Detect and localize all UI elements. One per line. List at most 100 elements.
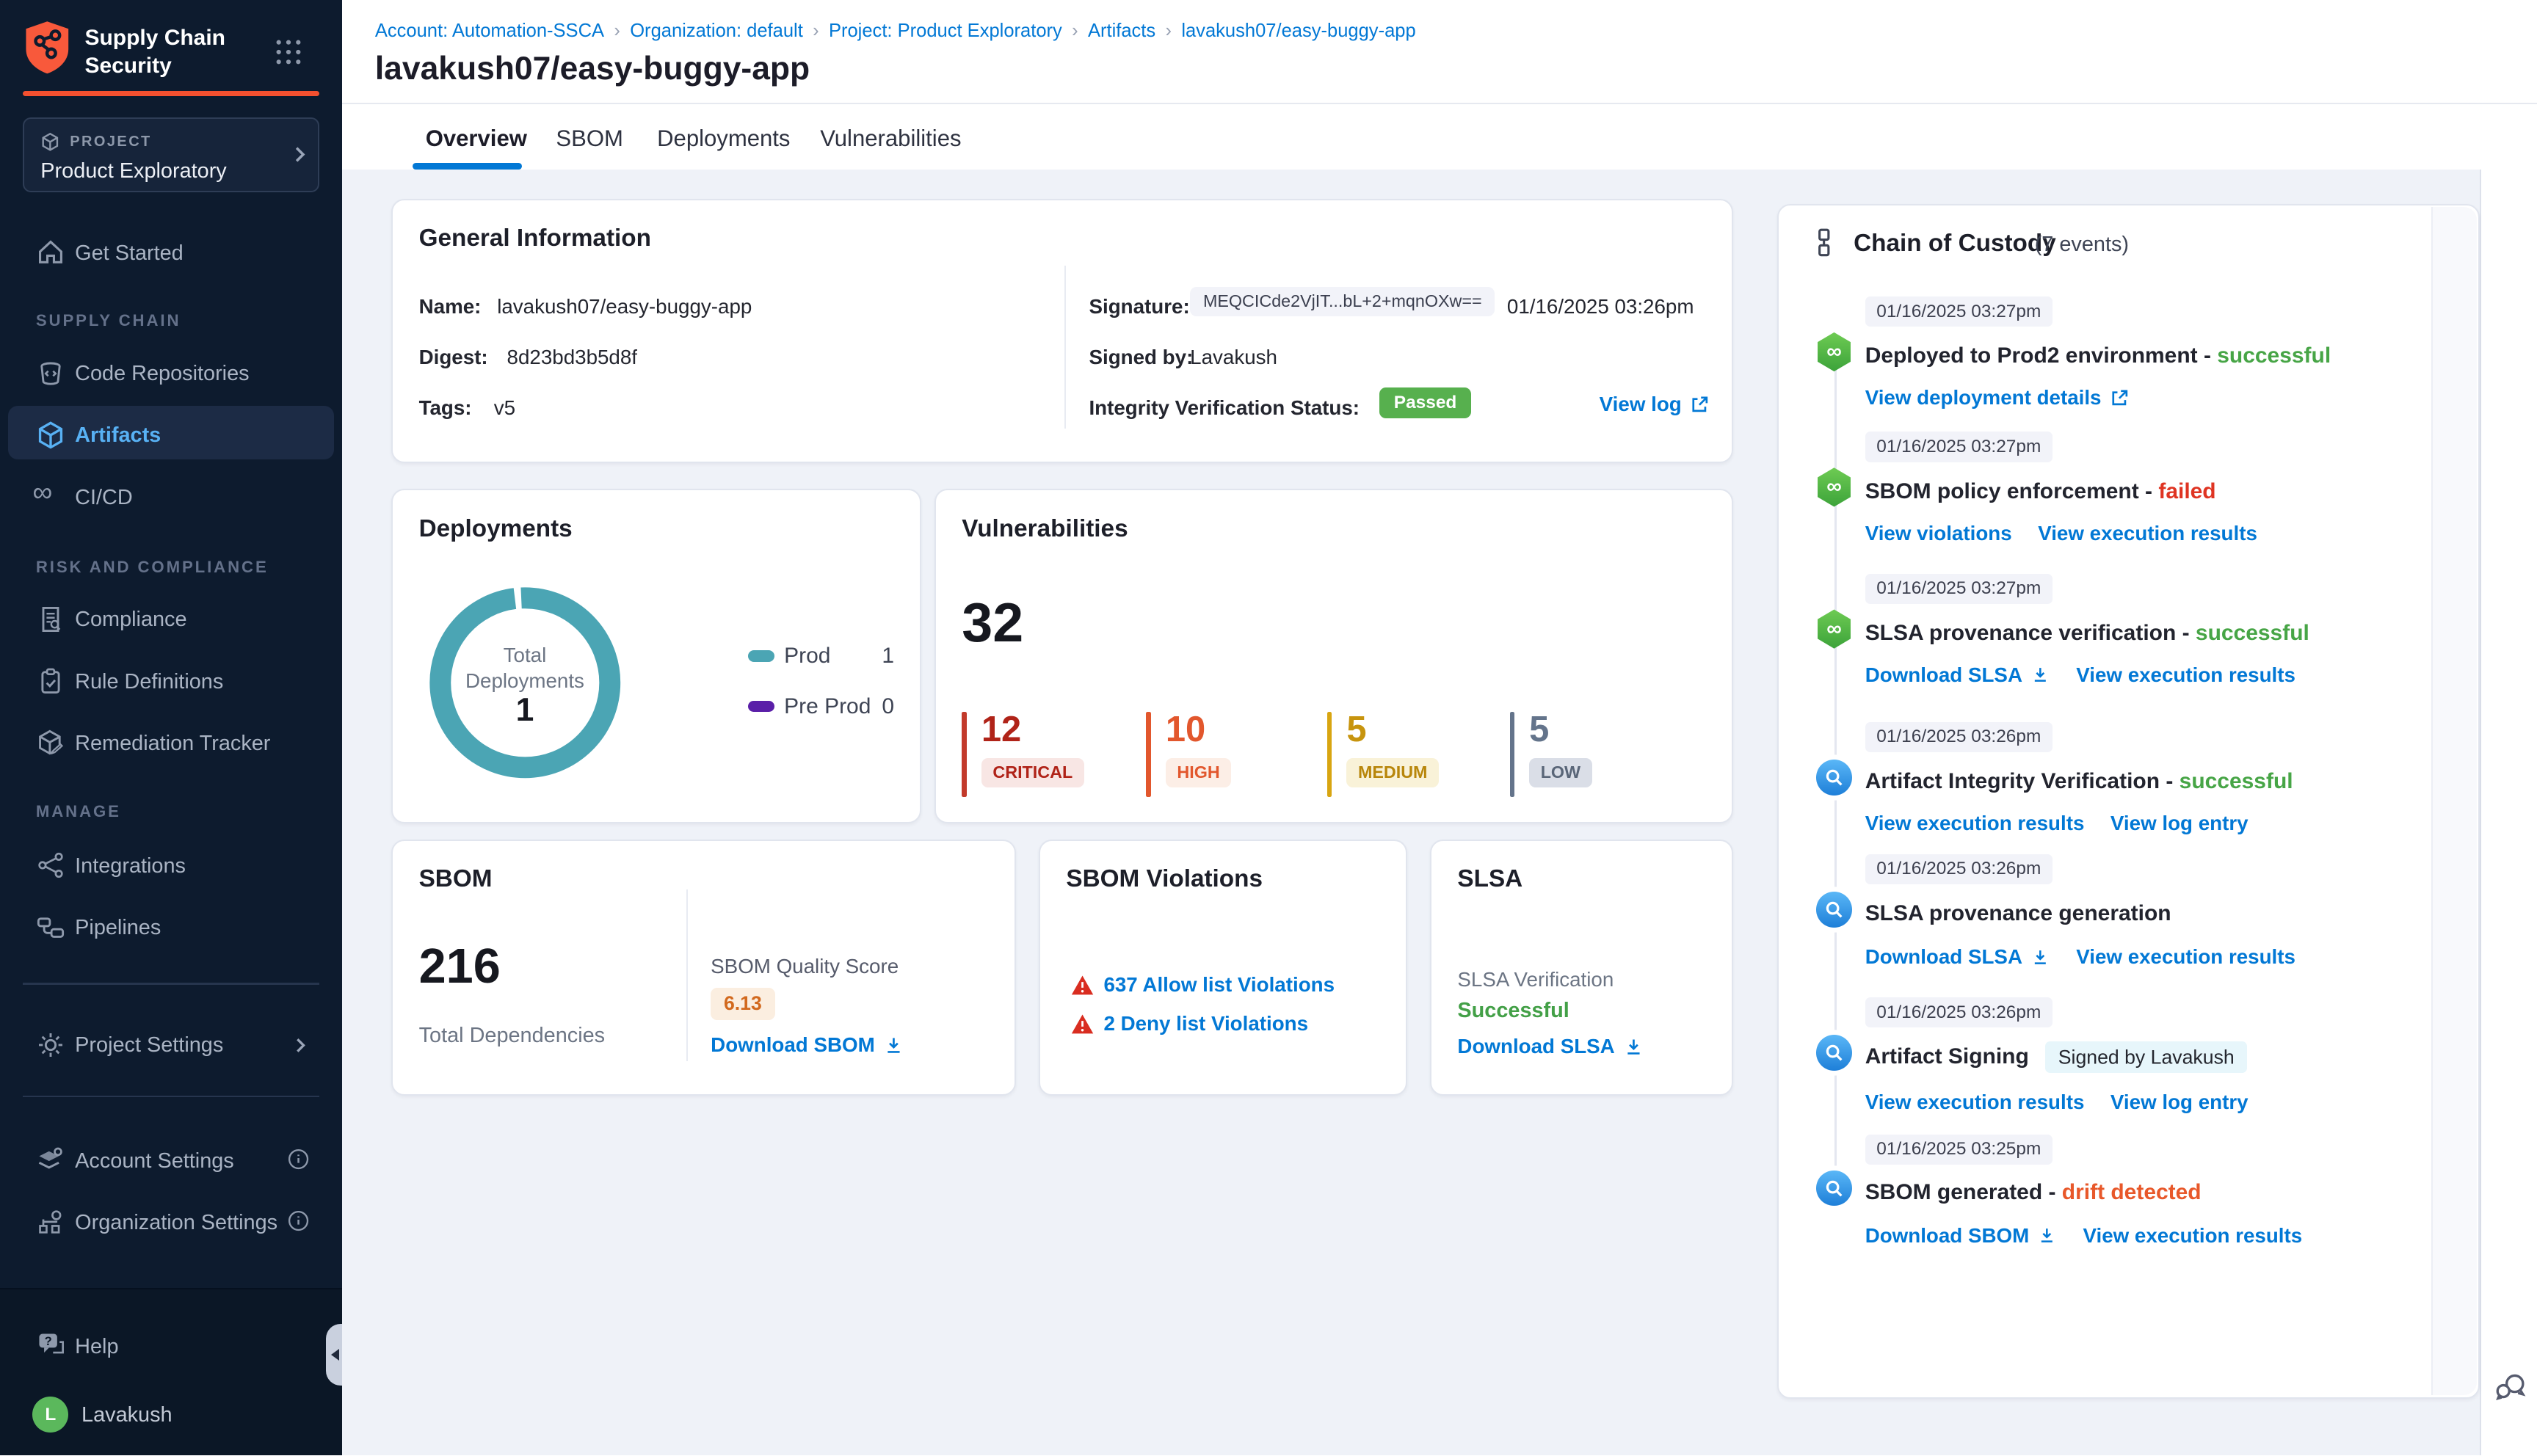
event-links: Download SLSA View execution results xyxy=(1865,945,2295,969)
download-slsa-link[interactable]: Download SLSA xyxy=(1865,663,2050,687)
deny-list-violations-link[interactable]: 2 Deny list Violations xyxy=(1103,1012,1308,1035)
magnifier-glyph xyxy=(1826,769,1843,786)
event-title-row: SBOM policy enforcement - failed xyxy=(1865,479,2216,504)
remediation-box-icon xyxy=(38,729,64,755)
info-icon[interactable] xyxy=(287,1148,310,1171)
link-label: View execution results xyxy=(1865,811,2085,834)
link-glyph: ∞ xyxy=(1826,616,1842,641)
view-execution-results-link[interactable]: View execution results xyxy=(2076,945,2295,969)
sidebar-item-rule-definitions[interactable]: Rule Definitions xyxy=(0,662,342,707)
event-title-row: SBOM generated - drift detected xyxy=(1865,1180,2202,1205)
sidebar-item-label: Integrations xyxy=(75,853,186,878)
sidebar-item-remediation-tracker[interactable]: Remediation Tracker xyxy=(0,724,342,769)
link-glyph: ∞ xyxy=(1826,340,1842,364)
view-execution-results-link[interactable]: View execution results xyxy=(1865,1091,2085,1114)
avatar-initial: L xyxy=(45,1404,57,1424)
slsa-verification-event-icon: ∞ xyxy=(1818,609,1851,649)
chat-feedback-icon[interactable] xyxy=(2494,1372,2527,1403)
chain-of-custody-icon xyxy=(1818,228,1830,256)
card-title: General Information xyxy=(418,225,651,252)
card-title: Deployments xyxy=(418,514,573,542)
legend-value-preprod: 0 xyxy=(882,694,895,718)
sidebar-item-project-settings[interactable]: Project Settings xyxy=(0,1025,342,1071)
breadcrumb-project[interactable]: Project: Product Exploratory xyxy=(829,21,1062,41)
external-link-icon xyxy=(2112,390,2127,406)
sidebar-item-code-repositories[interactable]: Code Repositories xyxy=(0,354,342,399)
sidebar-item-compliance[interactable]: Compliance xyxy=(0,600,342,645)
clipboard-check-icon xyxy=(41,669,60,694)
view-log-entry-link[interactable]: View log entry xyxy=(2110,1091,2249,1114)
view-deployment-details-link[interactable]: View deployment details xyxy=(1865,386,2130,410)
link-glyph: ∞ xyxy=(1826,475,1842,499)
sbom-quality-score-label: SBOM Quality Score xyxy=(711,955,899,978)
event-timestamp: 01/16/2025 03:26pm xyxy=(1865,997,2053,1028)
view-execution-results-link[interactable]: View execution results xyxy=(2083,1224,2302,1248)
magnifier-glyph xyxy=(1826,1044,1843,1061)
link-label: View execution results xyxy=(2076,663,2295,686)
pipelines-icon xyxy=(37,917,64,938)
sbom-total-label: Total Dependencies xyxy=(418,1023,606,1047)
signature-value-chip: MEQCICde2VjIT...bL+2+mqnOXw== xyxy=(1190,286,1495,316)
allow-list-violations-label: 637 Allow list Violations xyxy=(1103,972,1335,996)
donut-label-line2: Deployments xyxy=(465,669,584,693)
scrollbar-track[interactable] xyxy=(2431,206,2478,1396)
donut-label-line1: Total xyxy=(503,643,547,666)
tab-overview[interactable]: Overview xyxy=(426,125,527,152)
link-label: Download SBOM xyxy=(1865,1223,2030,1247)
sbom-card: SBOM 216 Total Dependencies SBOM Quality… xyxy=(391,839,1016,1096)
sidebar-item-help[interactable]: ? Help xyxy=(0,1327,342,1372)
slsa-verification-label: SLSA Verification xyxy=(1457,968,1614,991)
view-execution-results-link[interactable]: View execution results xyxy=(1865,812,2085,835)
sidebar-item-integrations[interactable]: Integrations xyxy=(0,846,342,892)
severity-count: 10 xyxy=(1165,710,1206,750)
warning-icon xyxy=(1071,975,1094,995)
view-log-link[interactable]: View log xyxy=(1600,393,1710,416)
event-timestamp: 01/16/2025 03:27pm xyxy=(1865,573,2053,604)
download-slsa-link[interactable]: Download SLSA xyxy=(1457,1035,1644,1058)
card-title: SLSA xyxy=(1457,865,1523,893)
view-execution-results-link[interactable]: View execution results xyxy=(2076,663,2295,687)
event-timestamp: 01/16/2025 03:27pm xyxy=(1865,432,2053,462)
project-name: Product Exploratory xyxy=(40,159,227,183)
sidebar-item-artifacts[interactable]: Artifacts xyxy=(0,415,342,461)
sidebar-item-cicd[interactable]: ∞ CI/CD xyxy=(0,476,342,523)
view-violations-link[interactable]: View violations xyxy=(1865,522,2012,545)
project-cube-icon xyxy=(42,132,59,151)
severity-medium: 5 MEDIUM xyxy=(1326,712,1440,797)
sidebar-item-organization-settings[interactable]: Organization Settings xyxy=(0,1203,342,1248)
sidebar-item-pipelines[interactable]: Pipelines xyxy=(0,908,342,953)
severity-count: 5 xyxy=(1529,710,1550,750)
download-slsa-link[interactable]: Download SLSA xyxy=(1865,945,2050,969)
link-label: View log entry xyxy=(2110,1090,2249,1113)
policy-event-icon: ∞ xyxy=(1818,467,1851,507)
brand-title-line2: Security xyxy=(84,54,172,79)
tab-deployments[interactable]: Deployments xyxy=(657,125,790,152)
event-links: View deployment details xyxy=(1865,386,2130,410)
tab-vulnerabilities[interactable]: Vulnerabilities xyxy=(820,125,961,152)
sidebar-collapse-handle[interactable] xyxy=(326,1323,344,1386)
view-log-entry-link[interactable]: View log entry xyxy=(2110,812,2249,835)
sidebar-footer: ? Help L Lavakush xyxy=(0,1287,343,1456)
slsa-generation-event-icon xyxy=(1816,891,1852,928)
breadcrumb-current[interactable]: lavakush07/easy-buggy-app xyxy=(1181,21,1415,41)
sidebar-section-supply-chain: SUPPLY CHAIN xyxy=(35,311,181,330)
gear-icon xyxy=(38,1033,62,1057)
sidebar-item-get-started[interactable]: Get Started xyxy=(0,233,342,279)
signed-by-value: Lavakush xyxy=(1190,345,1277,368)
breadcrumb-account[interactable]: Account: Automation-SSCA xyxy=(375,21,604,41)
download-sbom-link[interactable]: Download SBOM xyxy=(1865,1224,2057,1248)
tab-sbom[interactable]: SBOM xyxy=(556,125,623,152)
sidebar-item-account-settings[interactable]: Account Settings xyxy=(0,1141,342,1187)
events-count: (7 events) xyxy=(2034,233,2130,257)
module-grid-icon[interactable] xyxy=(274,37,303,67)
info-icon[interactable] xyxy=(287,1209,310,1232)
sidebar-item-label: Project Settings xyxy=(75,1033,224,1058)
allow-list-violations-link[interactable]: 637 Allow list Violations xyxy=(1103,973,1335,997)
breadcrumb-org[interactable]: Organization: default xyxy=(630,21,803,41)
view-execution-results-link[interactable]: View execution results xyxy=(2038,522,2257,545)
project-selector[interactable]: PROJECT Product Exploratory xyxy=(23,117,320,193)
download-sbom-link[interactable]: Download SBOM xyxy=(711,1033,904,1057)
breadcrumb-artifacts[interactable]: Artifacts xyxy=(1088,21,1155,41)
card-title: Vulnerabilities xyxy=(962,514,1128,542)
sidebar-user[interactable]: L Lavakush xyxy=(0,1394,342,1439)
